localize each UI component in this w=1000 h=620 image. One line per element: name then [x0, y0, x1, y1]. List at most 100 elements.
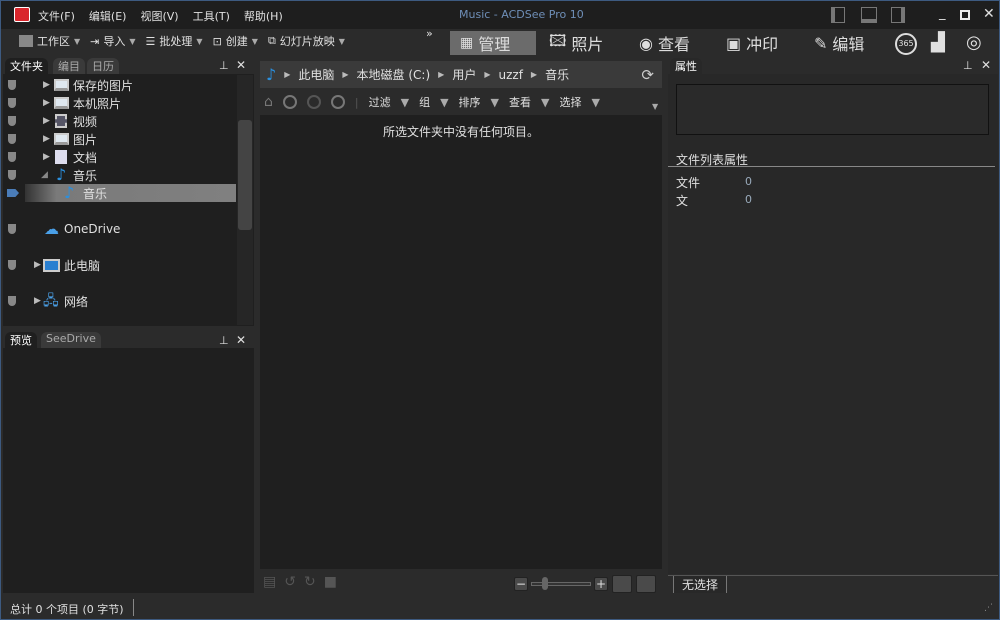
close-panel-icon[interactable]: ✕ [236, 333, 246, 347]
home-icon[interactable]: ⌂ [264, 94, 273, 110]
live-icon[interactable]: ◎ [966, 32, 982, 53]
pin-icon[interactable] [8, 152, 16, 162]
batch-button[interactable]: ☰ 批处理 ▼ [146, 33, 203, 49]
file-list[interactable]: 所选文件夹中没有任何项目。 [260, 115, 662, 569]
forward-icon[interactable] [306, 95, 321, 109]
slider-thumb[interactable] [542, 577, 548, 590]
thumbnail-view-icon[interactable] [612, 575, 632, 593]
rotate-left-icon[interactable]: ↺ [284, 574, 296, 590]
expand-icon[interactable]: ▶ [43, 134, 50, 144]
pin-icon[interactable] [8, 80, 16, 90]
workspace-button[interactable]: 工作区 ▼ [19, 33, 80, 49]
expand-icon[interactable]: ▶ [34, 260, 41, 270]
chevron-down-icon: ▼ [591, 95, 600, 109]
mode-edit[interactable]: ✎ 编辑 [804, 31, 874, 55]
tree-item[interactable]: ▶ 此电脑 [1, 256, 236, 274]
close-panel-icon[interactable]: ✕ [981, 58, 991, 72]
tree-item[interactable]: ▶ 保存的图片 [1, 76, 236, 94]
expand-icon[interactable]: ▶ [43, 116, 50, 126]
pin-icon[interactable]: ⊥ [219, 334, 229, 347]
layout-bottom-icon[interactable] [861, 7, 877, 23]
pin-icon[interactable] [8, 260, 16, 270]
menu-edit[interactable]: 编辑(E) [89, 8, 127, 24]
pin-icon[interactable] [8, 98, 16, 108]
expand-icon[interactable]: ▶ [43, 80, 50, 90]
tab-calendar[interactable]: 日历 [87, 58, 119, 74]
tree-item[interactable]: ☁ OneDrive [1, 220, 236, 238]
minimize-button[interactable]: _ [939, 6, 946, 21]
tab-no-selection[interactable]: 无选择 [673, 576, 728, 593]
menu-file[interactable]: 文件(F) [38, 8, 75, 24]
image-db-icon[interactable]: ▤ [263, 574, 276, 590]
slideshow-button[interactable]: ⧉ 幻灯片放映 ▼ [268, 33, 345, 49]
tab-preview[interactable]: 预览 [5, 332, 37, 348]
tab-catalog[interactable]: 编目 [53, 58, 85, 74]
resize-grip-icon[interactable]: ⋰ [984, 603, 993, 613]
mode-view[interactable]: ◉ 查看 [629, 31, 700, 55]
expand-icon[interactable]: ▶ [34, 296, 41, 306]
copy-icon[interactable]: ■ [324, 574, 337, 590]
refresh-icon[interactable]: ⟳ [641, 66, 654, 84]
back-icon[interactable] [282, 95, 297, 109]
import-button[interactable]: ⇥ 导入 ▼ [90, 33, 135, 49]
breadcrumb-item[interactable]: uzzf [498, 68, 522, 82]
zoom-in-button[interactable]: + [594, 577, 608, 591]
menu-help[interactable]: 帮助(H) [244, 8, 283, 24]
expand-icon[interactable]: ▶ [43, 98, 50, 108]
create-button[interactable]: ⊡ 创建 ▼ [213, 33, 258, 49]
pin-icon[interactable] [8, 116, 16, 126]
expand-icon[interactable]: ▶ [43, 152, 50, 162]
group-menu[interactable]: 组 [419, 94, 430, 110]
layout-right-icon[interactable] [891, 7, 905, 23]
layout-left-icon[interactable] [831, 7, 845, 23]
tree-item[interactable]: ◢ ♪ 音乐 [1, 166, 236, 184]
tree-label: 音乐 [83, 186, 108, 201]
breadcrumb-item[interactable]: 音乐 [545, 66, 569, 83]
menu-view[interactable]: 视图(V) [140, 8, 178, 24]
tree-item[interactable]: ▶ 图片 [1, 130, 236, 148]
thumbnail-size-slider[interactable] [531, 577, 591, 590]
mode-manage[interactable]: ▦ 管理 [450, 31, 536, 55]
mode-develop[interactable]: ▣ 冲印 [716, 31, 788, 55]
collapse-icon[interactable]: ◢ [41, 170, 48, 180]
pin-icon[interactable] [8, 134, 16, 144]
tab-properties[interactable]: 属性 [670, 58, 702, 74]
pin-icon[interactable] [8, 170, 16, 180]
filter-menu[interactable]: 过滤 [369, 94, 391, 110]
dashboard-icon[interactable]: ▟ [931, 32, 945, 53]
breadcrumb-item[interactable]: 用户 [452, 66, 476, 83]
close-panel-icon[interactable]: ✕ [236, 58, 246, 72]
breadcrumb-item[interactable]: 此电脑 [298, 66, 334, 83]
breadcrumb-separator-icon: ▶ [438, 70, 445, 79]
zoom-out-button[interactable]: − [514, 577, 528, 591]
tab-folders[interactable]: 文件夹 [5, 58, 48, 74]
tree-scrollbar[interactable] [237, 75, 253, 325]
toolbar-overflow-button[interactable]: » [426, 28, 433, 39]
scrollbar-thumb[interactable] [238, 120, 252, 230]
tree-item[interactable]: ▶ 本机照片 [1, 94, 236, 112]
tree-item[interactable]: ▶ 文档 [1, 148, 236, 166]
details-view-icon[interactable] [636, 575, 656, 593]
breadcrumb-item[interactable]: 本地磁盘 (C:) [357, 66, 431, 83]
select-menu[interactable]: 选择 [559, 94, 581, 110]
maximize-button[interactable] [960, 10, 970, 20]
mode-photos[interactable]: 🖾 照片 [539, 31, 613, 55]
pin-icon[interactable] [8, 296, 16, 306]
tree-item[interactable]: ▶ 视频 [1, 112, 236, 130]
filter-bar-overflow-icon[interactable]: ▼ [652, 102, 658, 111]
pin-icon[interactable]: ⊥ [963, 59, 973, 72]
address-bar[interactable]: ♪ ▶ 此电脑 ▶ 本地磁盘 (C:) ▶ 用户 ▶ uzzf ▶ 音乐 ⟳ [260, 61, 662, 88]
sort-menu[interactable]: 排序 [459, 94, 481, 110]
pin-icon[interactable]: ⊥ [219, 59, 229, 72]
view-menu[interactable]: 查看 [509, 94, 531, 110]
menu-tools[interactable]: 工具(T) [193, 8, 230, 24]
up-icon[interactable] [330, 95, 345, 109]
close-button[interactable]: ✕ [983, 6, 995, 22]
rotate-right-icon[interactable]: ↻ [304, 574, 316, 590]
tree-item-selected[interactable]: ♪ 音乐 [25, 184, 236, 202]
tree-item[interactable]: ▶ 🖧 网络 [1, 292, 236, 310]
tab-seedrive[interactable]: SeeDrive [41, 332, 101, 348]
pin-icon[interactable] [8, 224, 16, 234]
network-icon: 🖧 [43, 293, 59, 309]
m365-button[interactable]: 365 [895, 33, 917, 55]
